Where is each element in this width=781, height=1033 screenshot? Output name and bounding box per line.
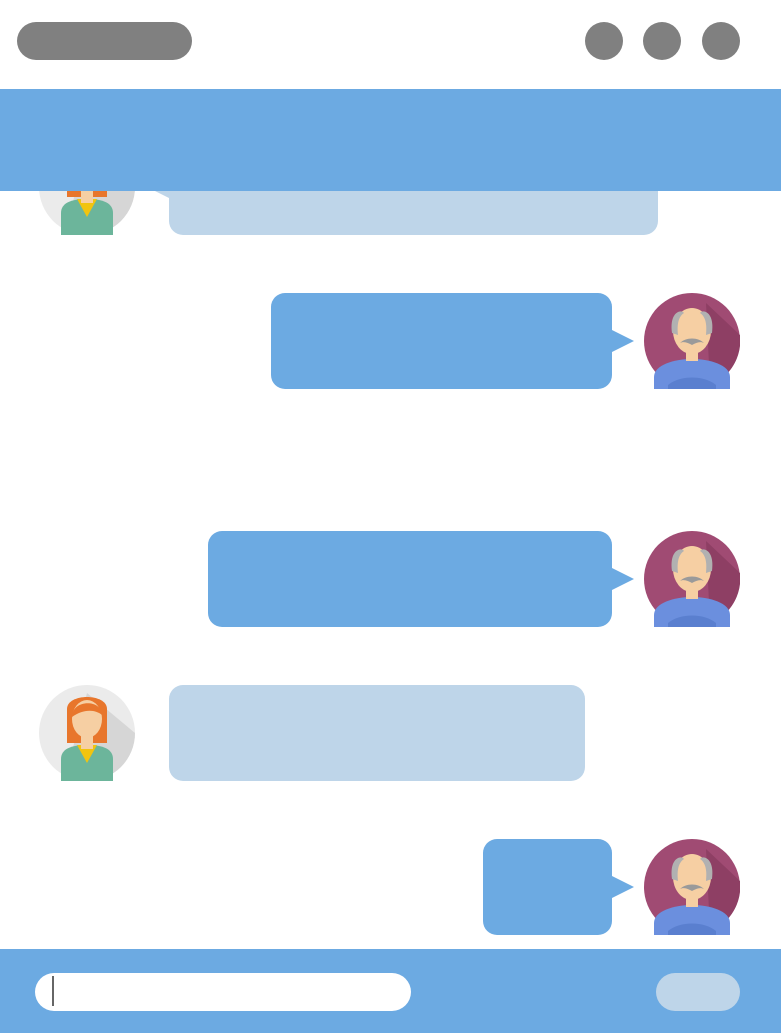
window-title-bar	[0, 0, 781, 89]
message-bubble-incoming	[169, 685, 585, 781]
woman-avatar-icon	[39, 685, 135, 781]
old-man-avatar-icon	[644, 293, 741, 389]
old-man-avatar-icon	[644, 531, 741, 627]
composer-bar	[0, 949, 781, 1033]
window-button-1[interactable]	[585, 22, 623, 60]
message-bubble-outgoing	[271, 293, 634, 389]
message-bubble-outgoing	[208, 531, 634, 627]
text-cursor	[52, 976, 54, 1006]
bubble-tail	[610, 567, 634, 591]
message-input[interactable]	[35, 973, 411, 1011]
chat-header	[0, 89, 781, 191]
message-bubble-outgoing	[483, 839, 634, 935]
bubble-tail	[610, 329, 634, 353]
old-man-avatar-icon	[644, 839, 741, 935]
chat-messages-area[interactable]	[0, 139, 781, 949]
window-title-placeholder	[17, 22, 192, 60]
window-button-3[interactable]	[702, 22, 740, 60]
send-button[interactable]	[656, 973, 740, 1011]
bubble-tail	[610, 875, 634, 899]
window-button-2[interactable]	[643, 22, 681, 60]
